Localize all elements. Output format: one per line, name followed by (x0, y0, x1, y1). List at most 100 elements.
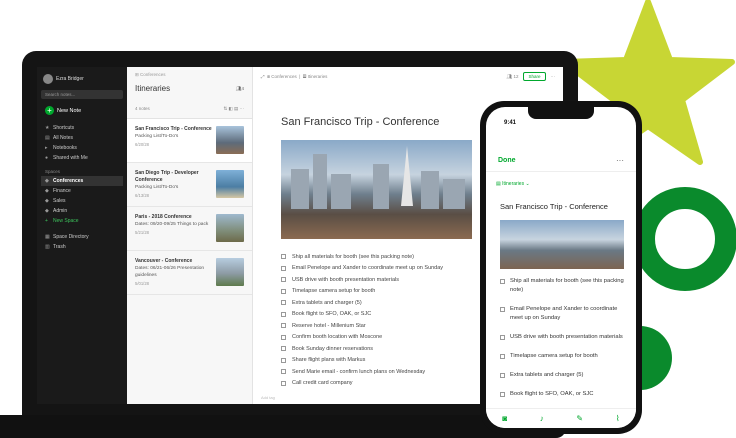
checkbox[interactable] (281, 311, 286, 317)
crumb-notebook: Itineraries (307, 74, 328, 79)
trash-icon: ▥ (45, 243, 50, 250)
mobile-app-screen: 9:41 Done ··· ▤ Itineraries ⌄ San Franci… (486, 107, 636, 428)
sidebar-item-notebooks[interactable]: ▸ Notebooks (41, 143, 123, 153)
share-count: 12 (513, 73, 519, 79)
checkbox[interactable] (281, 254, 286, 260)
checkbox[interactable] (281, 346, 286, 352)
account-name: Ezra Bridger (56, 76, 84, 82)
sidebar-item-label: Admin (53, 208, 68, 214)
sidebar-item-all-notes[interactable]: ▤ All Notes (41, 133, 123, 143)
checklist-item[interactable]: Ship all materials for booth (see this p… (500, 277, 628, 295)
bottom-toolbar: ◙ ♪ ✎ ⌇ (486, 408, 636, 428)
checkbox[interactable] (281, 357, 286, 363)
sidebar-item-label: Space Directory (53, 234, 89, 240)
shared-users-button[interactable]: 👥︎4 (236, 86, 244, 92)
sidebar-item-conferences[interactable]: ◆ Conferences (41, 176, 123, 186)
note-card-title: San Diego Trip - Developer Conference (135, 170, 199, 183)
note-thumbnail (216, 258, 244, 286)
checkbox[interactable] (281, 369, 286, 375)
checkbox[interactable] (500, 335, 505, 340)
note-card-snippet: Packing List/To-Do's (135, 185, 179, 190)
note-card-date: 5/21/28 (135, 230, 149, 235)
notebook-icon: ▸ (45, 144, 48, 151)
sidebar-item-finance[interactable]: ◆ Finance (41, 186, 123, 196)
notelist-breadcrumb[interactable]: ⊞ Conferences (135, 72, 244, 78)
checklist: Ship all materials for booth (see this p… (500, 277, 628, 409)
note-card-date: 6/13/28 (135, 193, 149, 198)
more-icon[interactable]: ··· (616, 156, 624, 165)
note-card[interactable]: San Diego Trip - Developer Conference Pa… (127, 163, 252, 207)
sidebar-item-label: Sales (53, 198, 66, 204)
sidebar-item-label: Trash (53, 244, 66, 250)
checkbox[interactable] (281, 380, 286, 386)
checklist-item-text: Share flight plans with Markus (292, 357, 366, 364)
checkbox[interactable] (500, 354, 505, 359)
sidebar-item-shared[interactable]: ● Shared with Me (41, 153, 123, 163)
more-icon[interactable]: ··· (551, 74, 556, 79)
checkbox[interactable] (500, 307, 505, 312)
sidebar-item-sales[interactable]: ◆ Sales (41, 196, 123, 206)
checkbox[interactable] (281, 288, 286, 294)
expand-icon[interactable]: ⤢ (261, 74, 265, 79)
sidebar: Ezra Bridger Search notes... + New Note … (37, 67, 127, 404)
sidebar-item-trash[interactable]: ▥ Trash (41, 242, 123, 252)
checkbox[interactable] (281, 323, 286, 329)
note-count: 4 notes (135, 106, 150, 111)
checklist-item-text: Extra tablets and charger (5) (292, 299, 362, 306)
done-button[interactable]: Done (498, 157, 516, 164)
add-tag-input[interactable]: Add tag (261, 395, 275, 400)
sidebar-item-admin[interactable]: ◆ Admin (41, 206, 123, 216)
note-title[interactable]: San Francisco Trip - Conference (500, 202, 608, 211)
plus-icon: + (45, 106, 54, 115)
checklist-item[interactable]: USB drive with booth presentation materi… (500, 333, 628, 342)
sidebar-item-label: Finance (53, 188, 71, 194)
checkbox[interactable] (281, 300, 286, 306)
note-image (500, 220, 624, 269)
checklist-item-text: Email Penelope and Xander to coordinate … (510, 306, 618, 321)
checklist-item-text: USB drive with booth presentation materi… (510, 334, 623, 340)
microphone-icon[interactable]: ♪ (540, 414, 544, 423)
checklist-item-text: Reserve hotel - Millenium Star (292, 322, 366, 329)
checklist-item[interactable]: Book flight to SFO, OAK, or SJC (500, 390, 628, 399)
chevron-down-icon: ⌄ (525, 181, 530, 187)
checklist-item-text: Send Marie email - confirm lunch plans o… (292, 368, 426, 375)
checklist-item[interactable]: Timelapse camera setup for booth (500, 352, 628, 361)
view-options-icon[interactable]: ⇅ ◧ ▤ ··· (223, 106, 244, 112)
new-space-button[interactable]: + New Space (41, 216, 123, 226)
note-card[interactable]: Paris - 2018 Conference Dates: 09/20-09/… (127, 207, 252, 251)
space-icon: ◆ (45, 197, 49, 204)
camera-icon[interactable]: ◙ (502, 414, 507, 423)
checkbox[interactable] (281, 334, 286, 340)
checkbox[interactable] (500, 392, 505, 397)
account-switcher[interactable]: Ezra Bridger (43, 74, 121, 84)
pen-icon[interactable]: ✎ (576, 414, 583, 423)
note-card-snippet: Dates: 09/20-09/25 Things to pack (135, 222, 209, 227)
checkbox[interactable] (500, 373, 505, 378)
attachment-icon[interactable]: ⌇ (616, 414, 620, 423)
notebook-selector[interactable]: ▤ Itineraries ⌄ (496, 181, 530, 187)
editor-breadcrumb[interactable]: ⤢ ⊞ Conferences | ▤ Itineraries (261, 74, 327, 79)
space-icon: ◆ (45, 177, 49, 184)
phone-frame: 9:41 Done ··· ▤ Itineraries ⌄ San Franci… (480, 101, 642, 434)
spaces-heading: Spaces (45, 169, 61, 174)
breadcrumb-label: Conferences (140, 72, 166, 77)
checklist-item-text: Book Sunday dinner reservations (292, 345, 374, 352)
note-card-title: Vancouver - Conference (135, 258, 193, 264)
sidebar-item-label: Shortcuts (53, 125, 75, 131)
checklist-item-text: Book flight to SFO, OAK, or SJC (510, 391, 594, 397)
search-input[interactable]: Search notes... (41, 90, 123, 99)
checklist-item[interactable]: Email Penelope and Xander to coordinate … (500, 305, 628, 323)
sidebar-item-shortcuts[interactable]: ★ Shortcuts (41, 123, 123, 133)
share-button[interactable]: Share (523, 72, 546, 81)
plus-icon: + (45, 217, 48, 224)
note-card[interactable]: San Francisco Trip - Conference Packing … (127, 119, 252, 163)
checkbox[interactable] (500, 279, 505, 284)
new-note-button[interactable]: + New Note (45, 106, 119, 115)
checkbox[interactable] (281, 265, 286, 271)
sidebar-item-space-directory[interactable]: ▦ Space Directory (41, 232, 123, 242)
shared-users-button[interactable]: 👥︎ 12 (507, 74, 519, 80)
note-card[interactable]: Vancouver - Conference Dates: 06/21-06/2… (127, 251, 252, 295)
checkbox[interactable] (281, 277, 286, 283)
checklist-item[interactable]: Extra tablets and charger (5) (500, 371, 628, 380)
note-card-date: 6/20/28 (135, 142, 149, 147)
